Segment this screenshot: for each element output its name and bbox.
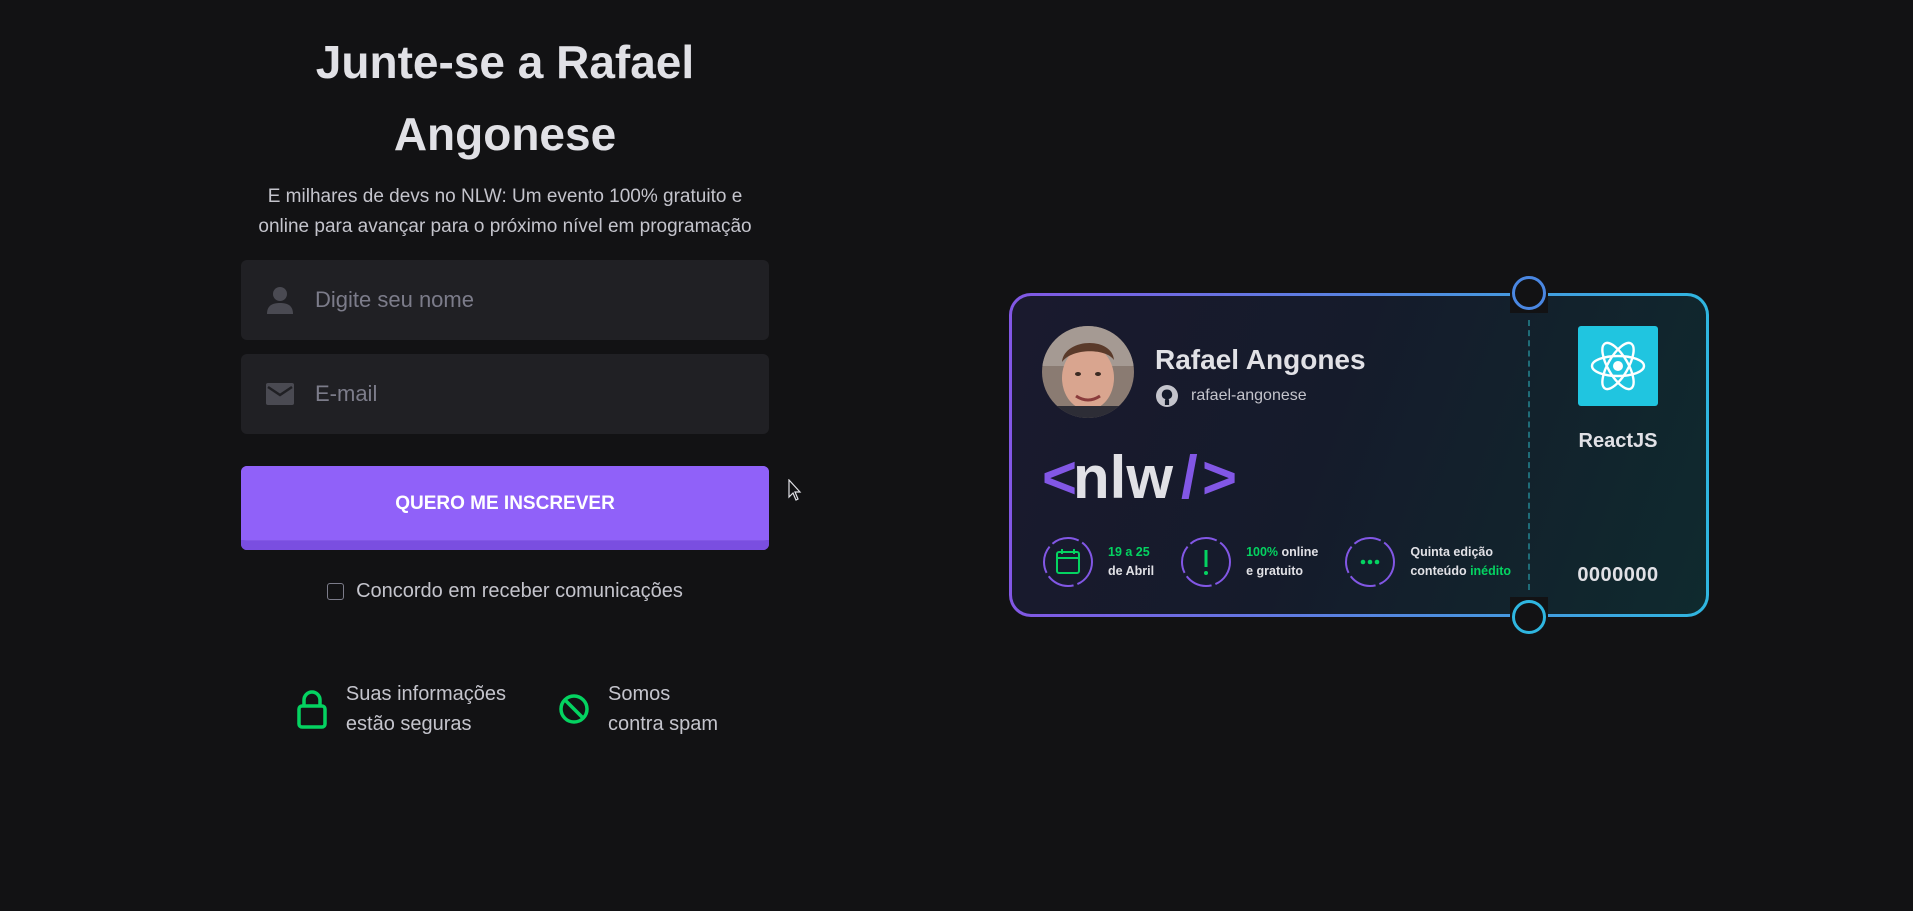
email-input[interactable] — [241, 354, 769, 434]
github-icon — [1156, 385, 1178, 407]
fact-online-word: online — [1278, 545, 1319, 559]
name-input[interactable] — [241, 260, 769, 340]
react-icon — [1590, 341, 1646, 391]
dots-icon — [1345, 537, 1396, 587]
logo-lt: < — [1042, 448, 1077, 511]
calendar-icon — [1043, 537, 1093, 587]
no-spam-badge-line2: contra spam — [608, 713, 719, 735]
ticket-notch-top — [1512, 276, 1546, 310]
lock-icon — [297, 690, 327, 729]
fact-edition-highlight: inédito — [1470, 564, 1512, 578]
subscribe-button[interactable]: QUERO ME INSCREVER — [241, 466, 769, 550]
security-badge: Suas informações estão seguras — [292, 679, 506, 739]
fact-dates: 19 a 25 de Abril — [1042, 536, 1154, 588]
fact-edition-line1: Quinta edição — [1410, 545, 1493, 559]
ticket-user-name: Rafael Angones — [1155, 344, 1366, 375]
fact-edition-line2: conteúdo — [1410, 564, 1471, 578]
nlw-logo: < nlw / > — [1042, 448, 1237, 511]
user-icon — [267, 287, 293, 314]
consent-label: Concordo em receber comunicações — [356, 580, 683, 602]
no-spam-badge: Somos contra spam — [554, 679, 718, 739]
logo-slash: / — [1181, 448, 1198, 511]
email-field — [241, 354, 769, 434]
signup-panel: Junte-se a Rafael Angonese E milhares de… — [241, 26, 769, 739]
mouse-cursor-icon — [788, 479, 802, 501]
github-handle: rafael-angonese — [1155, 384, 1307, 408]
trust-badges: Suas informações estão seguras Somos con… — [241, 679, 769, 739]
event-facts: 19 a 25 de Abril 100% online e gratuito — [1042, 536, 1511, 588]
logo-text: nlw — [1073, 448, 1173, 511]
fact-online-line2: e gratuito — [1246, 564, 1304, 578]
subscribe-button-label: QUERO ME INSCREVER — [395, 493, 615, 514]
page-title: Junte-se a Rafael Angonese — [315, 36, 695, 160]
mail-icon — [266, 383, 294, 405]
fact-dates-line2: de Abril — [1108, 564, 1155, 578]
page-subtitle: E milhares de devs no NLW: Um evento 100… — [258, 186, 752, 237]
no-spam-badge-line1: Somos — [608, 683, 671, 705]
fact-edition: Quinta edição conteúdo inédito — [1344, 536, 1511, 588]
avatar — [1042, 326, 1134, 418]
react-logo-box — [1578, 326, 1658, 406]
fact-dates-line1: 19 a 25 — [1108, 545, 1150, 559]
event-ticket: Rafael Angones rafael-angonese < nlw / >… — [1009, 276, 1709, 634]
exclamation-icon — [1181, 537, 1232, 587]
fact-online-percent: 100% — [1246, 545, 1279, 559]
no-spam-icon — [559, 694, 589, 724]
security-badge-line1: Suas informações — [345, 683, 506, 705]
logo-gt: > — [1202, 448, 1237, 511]
consent-checkbox[interactable] — [327, 583, 345, 600]
ticket-tech: ReactJS — [1578, 430, 1658, 452]
ticket-divider — [1528, 320, 1530, 590]
security-badge-line2: estão seguras — [345, 713, 472, 735]
github-username: rafael-angonese — [1191, 387, 1307, 404]
name-field — [241, 260, 769, 340]
fact-online: 100% online e gratuito — [1180, 536, 1318, 588]
ticket-number: 0000000 — [1577, 564, 1659, 586]
consent-row[interactable]: Concordo em receber comunicações — [241, 580, 769, 603]
ticket-notch-bottom — [1512, 600, 1546, 634]
